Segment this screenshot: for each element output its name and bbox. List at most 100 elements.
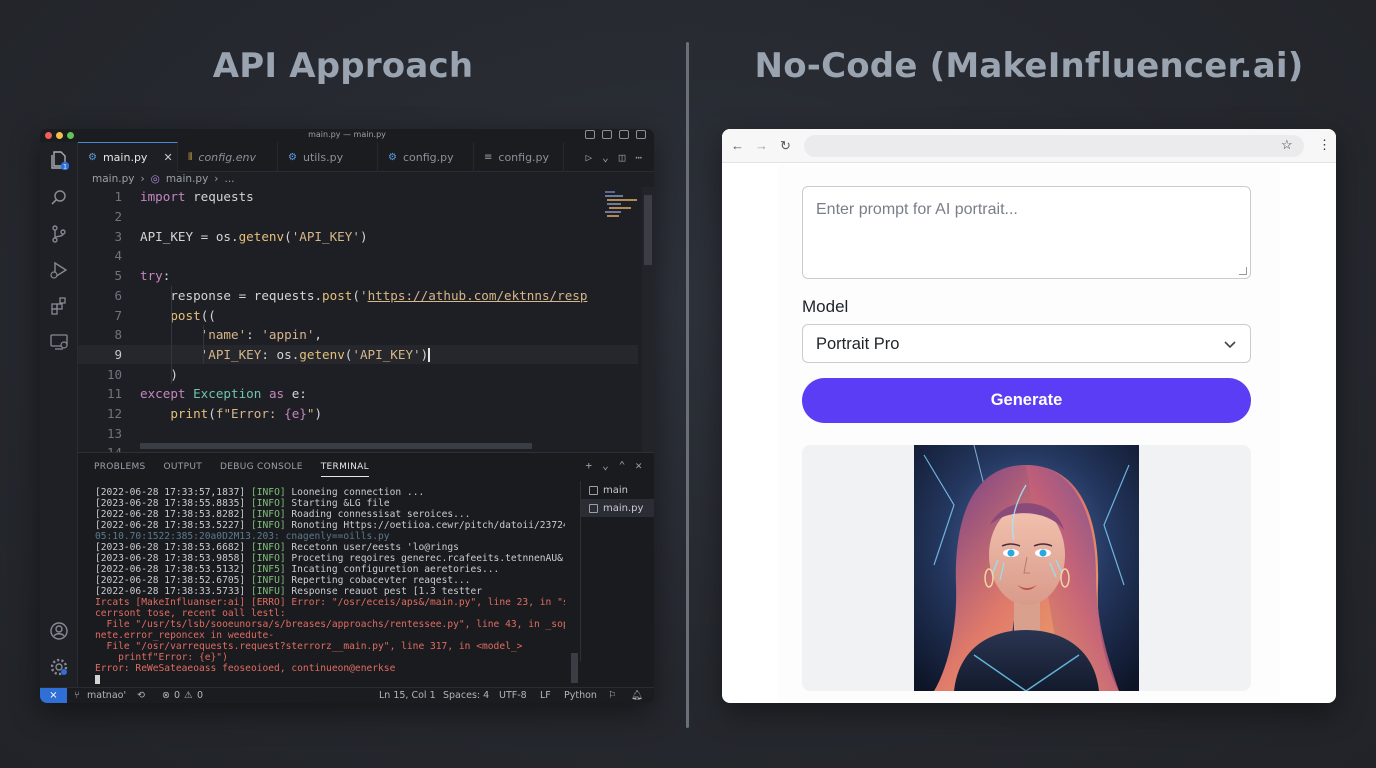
encoding[interactable]: UTF-8 (499, 690, 527, 701)
settings-gear-icon[interactable] (49, 657, 69, 677)
tab-config-env[interactable]: ⦀ config.env (178, 142, 278, 172)
model-select[interactable]: Portrait Pro (802, 324, 1251, 363)
code-line[interactable]: 6 response = requests.post('https://athu… (78, 286, 638, 306)
tab-utils-py[interactable]: ⚙ utils.py (278, 142, 378, 172)
warning-count[interactable]: 0 (197, 690, 203, 701)
code-line[interactable]: 12 print(f"Error: {e}") (78, 404, 638, 424)
tab-problems[interactable]: PROBLEMS (94, 462, 146, 477)
line-ending[interactable]: LF (540, 690, 551, 701)
forward-arrow-icon[interactable]: → (755, 138, 768, 153)
tab-terminal[interactable]: TERMINAL (320, 462, 369, 477)
editor-scrollbar[interactable] (642, 187, 654, 452)
maximize-panel-icon[interactable]: ⌃ (619, 459, 626, 472)
run-file-icon[interactable]: ▷ (586, 151, 593, 164)
ai-portrait-image[interactable] (914, 445, 1139, 691)
reload-icon[interactable]: ↻ (780, 138, 791, 154)
error-count[interactable]: 0 (174, 690, 180, 701)
language-mode[interactable]: Python (564, 690, 597, 701)
cursor-position[interactable]: Ln 15, Col 1 (379, 690, 436, 701)
terminal-output[interactable]: [2022-06-28 17:33:57,1837] [INFO] Loonei… (95, 487, 565, 683)
line-number: 4 (114, 248, 122, 264)
title-bar: main.py — main.py (40, 129, 654, 142)
line-number: 11 (106, 386, 122, 402)
code-line[interactable]: 3 API_KEY = os.getenv('API_KEY') (78, 226, 638, 246)
resize-handle-icon[interactable] (1239, 267, 1247, 275)
terminal-line: cerrsont tose, recent oall lestl: (95, 608, 565, 619)
code-line[interactable]: 5 try: (78, 266, 638, 286)
tab-main-py[interactable]: ⚙ main.py ✕ (78, 142, 178, 172)
branch-name[interactable]: matnao' (87, 690, 126, 701)
code-text: 'API_KEY: os.getenv('API_KEY') (200, 346, 430, 363)
breadcrumb-more[interactable]: ... (224, 173, 234, 185)
terminal-item-main[interactable]: main (581, 481, 654, 499)
close-tab-icon[interactable]: ✕ (163, 151, 172, 164)
code-line[interactable]: 4 (78, 246, 638, 266)
code-line[interactable]: 1 import requests (78, 187, 638, 207)
remote-indicator-icon[interactable]: ⨯ (40, 688, 67, 703)
new-terminal-icon[interactable]: + (586, 459, 593, 472)
status-bar: ⨯ ⑂ matnao' ⟲ ⊗ 0 ⚠ 0 Ln 15, Col 1 Space… (40, 687, 654, 703)
tab-debug-console[interactable]: DEBUG CONSOLE (220, 462, 303, 477)
breadcrumb-symbol[interactable]: main.py (166, 173, 208, 185)
browser-menu-icon[interactable]: ⋮ (1318, 137, 1331, 153)
explorer-icon[interactable]: 1 (49, 150, 70, 171)
breadcrumb-file[interactable]: main.py (92, 173, 134, 185)
code-line[interactable]: 10 ) (78, 364, 638, 384)
code-line[interactable]: 2 (78, 207, 638, 227)
code-line[interactable]: 7 post(( (78, 305, 638, 325)
terminal-item-main-py[interactable]: main.py (581, 499, 654, 517)
log-message: cerrsont tose, recent oall lestl: (95, 608, 286, 619)
prompt-textarea[interactable]: Enter prompt for AI portrait... (802, 186, 1251, 279)
chevron-down-icon[interactable]: ⌄ (602, 151, 609, 164)
customize-layout-icon[interactable] (636, 130, 646, 139)
chevron-down-icon[interactable]: ⌄ (602, 459, 609, 472)
minimap[interactable] (601, 187, 641, 247)
bookmark-star-icon[interactable]: ☆ (1281, 137, 1293, 153)
tab-config-py[interactable]: ⚙ config.py (378, 142, 474, 172)
log-level: [INF5] (250, 564, 286, 575)
log-message: Roading connessisat seroices... (285, 509, 471, 520)
notifications-bell-icon[interactable]: 🔔︎ (631, 690, 643, 701)
remote-explorer-icon[interactable] (49, 332, 69, 352)
tab-output[interactable]: OUTPUT (164, 462, 202, 477)
scrollbar-thumb[interactable] (644, 195, 652, 265)
close-panel-icon[interactable]: ✕ (635, 459, 642, 472)
sync-icon[interactable]: ⟲ (137, 690, 145, 701)
toggle-sidebar-icon[interactable] (585, 130, 595, 139)
search-icon[interactable] (49, 188, 69, 208)
back-arrow-icon[interactable]: ← (731, 138, 744, 153)
indentation[interactable]: Spaces: 4 (443, 690, 489, 701)
log-timestamp: [2022-06-28 17:38:53.5132] (95, 564, 246, 575)
feedback-icon[interactable]: ⚐ (608, 690, 617, 701)
tab-label: config.py (498, 150, 550, 164)
source-control-icon[interactable] (49, 224, 69, 244)
code-line[interactable]: 11 except Exception as e: (78, 384, 638, 404)
terminal-line: printf"Error: {e}") (95, 652, 565, 663)
code-text: ) (140, 366, 178, 382)
code-line[interactable]: 13 (78, 423, 638, 443)
code-editor[interactable]: 1 import requests 2 3 API_KEY = os.getenv('A… (78, 187, 638, 460)
log-message: File "/osr/varrequests.request?sterrorz_… (95, 641, 523, 652)
generate-button[interactable]: Generate (802, 378, 1251, 423)
log-message: nete.error_reponcex in weedute- (95, 630, 275, 641)
more-actions-icon[interactable]: ⋯ (635, 151, 642, 164)
code-line[interactable]: 9 'API_KEY: os.getenv('API_KEY') (78, 344, 638, 365)
code-text: import requests (140, 189, 254, 205)
terminal-line: [2022-06-28 17:33:57,1837] [INFO] Loonei… (95, 487, 565, 498)
tab-config-py-2[interactable]: ≡ config.py (474, 142, 564, 172)
toggle-panel-icon[interactable] (602, 130, 612, 139)
run-debug-icon[interactable] (49, 260, 69, 280)
horizontal-scrollbar[interactable] (140, 443, 532, 449)
extensions-icon[interactable] (49, 296, 69, 316)
log-level: [INFU] (250, 575, 286, 586)
line-number: 12 (106, 406, 122, 422)
window-title: main.py — main.py (308, 130, 386, 139)
code-line[interactable]: 8 'name': 'appin', (78, 325, 638, 345)
env-file-icon: ⦀ (188, 151, 193, 163)
split-editor-icon[interactable]: ◫ (619, 151, 626, 164)
address-bar[interactable] (804, 135, 1304, 157)
account-icon[interactable] (49, 621, 69, 641)
log-level: [INFO] (250, 553, 286, 564)
toggle-secondary-sidebar-icon[interactable] (619, 130, 629, 139)
terminal-scrollbar[interactable] (571, 653, 578, 683)
